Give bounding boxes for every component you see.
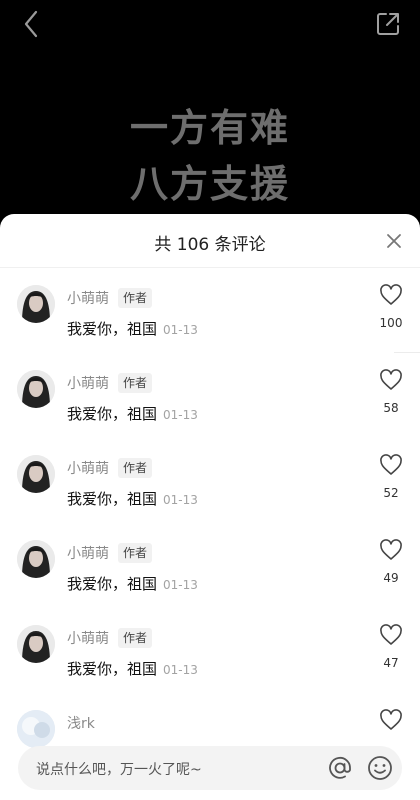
like-button[interactable] [379, 369, 403, 391]
video-caption-line-1: 一方有难 [129, 106, 290, 150]
like-button[interactable] [379, 709, 403, 731]
like-button[interactable] [379, 454, 403, 476]
video-caption-line-2: 八方支援 [129, 162, 290, 206]
share-button[interactable] [374, 10, 402, 38]
avatar[interactable] [17, 285, 55, 323]
close-icon [387, 234, 401, 248]
author-badge: 作者 [118, 373, 153, 393]
comment-body: 我爱你，祖国 01-13 [67, 318, 198, 339]
avatar[interactable] [17, 455, 55, 493]
comment-text: 我爱你，祖国 [67, 575, 158, 593]
like-count: 58 [383, 401, 399, 415]
comment-text: 我爱你，祖国 [67, 490, 158, 508]
avatar-image [17, 285, 55, 323]
comment-body: 我爱你，祖国 01-13 [67, 488, 198, 509]
comment-body: 我爱你，祖国 01-13 [67, 403, 198, 424]
avatar[interactable] [17, 370, 55, 408]
comment-username[interactable]: 小萌萌 [67, 373, 109, 393]
at-icon [329, 756, 351, 779]
comment-item[interactable]: 小萌萌 作者 我爱你，祖国 01-13 47 [0, 608, 420, 693]
comment-date: 01-13 [163, 323, 198, 337]
comment-username[interactable]: 浅rk [67, 713, 95, 733]
like-button[interactable] [379, 624, 403, 646]
heart-outline-icon [380, 369, 402, 390]
comment-date: 01-13 [163, 408, 198, 422]
avatar-image [17, 540, 55, 578]
comments-sheet: 共 106 条评论 小萌萌 作者 我爱你，祖国 01-13 100 小萌萌 作者… [0, 214, 420, 800]
avatar-image [17, 625, 55, 663]
comment-username[interactable]: 小萌萌 [67, 288, 109, 308]
comment-text: 我爱你，祖国 [67, 320, 158, 338]
author-badge: 作者 [118, 628, 153, 648]
heart-outline-icon [380, 624, 402, 645]
avatar-image [17, 710, 55, 748]
heart-outline-icon [380, 539, 402, 560]
screen: 一方有难 八方支援 共 106 条评论 小萌萌 作者 我爱你，祖国 01-13 … [0, 0, 420, 800]
like-count: 47 [383, 656, 399, 670]
comment-item[interactable]: 小萌萌 作者 我爱你，祖国 01-13 100 [0, 268, 420, 353]
smile-icon [368, 756, 392, 780]
heart-outline-icon [380, 709, 402, 730]
author-badge: 作者 [118, 458, 153, 478]
comment-item[interactable]: 小萌萌 作者 我爱你，祖国 01-13 52 [0, 438, 420, 523]
share-icon [377, 13, 399, 35]
like-button[interactable] [379, 539, 403, 561]
top-bar [0, 0, 420, 50]
comment-item[interactable]: 小萌萌 作者 我爱你，祖国 01-13 58 [0, 353, 420, 438]
author-badge: 作者 [118, 288, 153, 308]
video-caption: 一方有难 八方支援 [0, 100, 420, 212]
close-button[interactable] [384, 231, 404, 251]
like-count: 52 [383, 486, 399, 500]
comment-date: 01-13 [163, 493, 198, 507]
emoji-button[interactable] [367, 755, 393, 781]
comment-list: 小萌萌 作者 我爱你，祖国 01-13 100 小萌萌 作者 我爱你，祖国 01… [0, 268, 420, 778]
comment-text: 我爱你，祖国 [67, 660, 158, 678]
avatar[interactable] [17, 625, 55, 663]
mention-button[interactable] [327, 755, 353, 781]
comment-date: 01-13 [163, 663, 198, 677]
comment-username[interactable]: 小萌萌 [67, 543, 109, 563]
avatar-image [17, 455, 55, 493]
back-button[interactable] [18, 8, 46, 40]
comment-username[interactable]: 小萌萌 [67, 458, 109, 478]
comment-item[interactable]: 小萌萌 作者 我爱你，祖国 01-13 49 [0, 523, 420, 608]
comment-body: 我爱你，祖国 01-13 [67, 573, 198, 594]
comment-date: 01-13 [163, 578, 198, 592]
like-count: 49 [383, 571, 399, 585]
like-count: 100 [379, 316, 403, 330]
avatar[interactable] [17, 710, 55, 748]
comment-username[interactable]: 小萌萌 [67, 628, 109, 648]
author-badge: 作者 [118, 543, 153, 563]
comments-count-title: 共 106 条评论 [154, 235, 266, 255]
chevron-left-icon [24, 10, 38, 38]
avatar[interactable] [17, 540, 55, 578]
like-button[interactable] [379, 284, 403, 306]
heart-outline-icon [380, 284, 402, 305]
comment-text: 我爱你，祖国 [67, 405, 158, 423]
comment-body: 我爱你，祖国 01-13 [67, 658, 198, 679]
comments-header: 共 106 条评论 [0, 214, 420, 268]
comment-input-placeholder[interactable]: 说点什么吧，万一火了呢~ [36, 759, 202, 779]
heart-outline-icon [380, 454, 402, 475]
avatar-image [17, 370, 55, 408]
comment-input-bar[interactable]: 说点什么吧，万一火了呢~ [18, 746, 402, 790]
